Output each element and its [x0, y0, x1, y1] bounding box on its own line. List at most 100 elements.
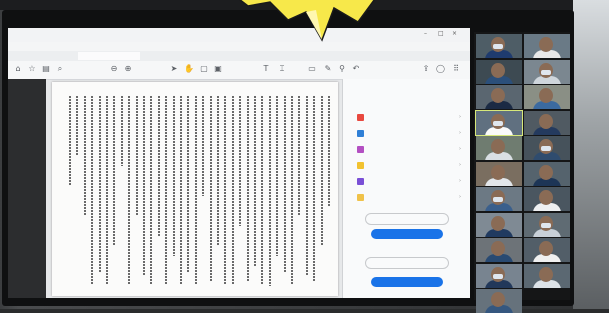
pen-icon[interactable]: ✎: [324, 65, 332, 73]
participant-tile[interactable]: [524, 85, 570, 109]
participant-tile[interactable]: [476, 34, 522, 58]
participant-tile[interactable]: [524, 136, 570, 160]
monitor: – □ × ⌂ ☆ ▤ ⌕ ⊖ ⊕ ➤ ✋ ▢ ▣ T ⌶ ▭ ✎ ⚲ ↶ ⇪ …: [2, 10, 574, 313]
participant-tile[interactable]: [524, 187, 570, 211]
text-column: [128, 96, 131, 284]
edit-pdf-icon: [357, 114, 364, 121]
document-page[interactable]: [52, 82, 338, 296]
home-icon[interactable]: ⌂: [14, 65, 22, 73]
close-icon[interactable]: ×: [452, 30, 457, 37]
starburst-graphic: [239, 0, 376, 42]
participant-face: [539, 190, 553, 205]
participant-tile[interactable]: [476, 161, 522, 186]
participant-face: [491, 215, 505, 231]
tools-pane: › › › › › ›: [342, 79, 470, 298]
participant-tile[interactable]: [524, 34, 570, 58]
text-column: [305, 96, 308, 276]
text-column: [254, 96, 256, 266]
participant-face: [539, 88, 553, 103]
text-column: [261, 96, 264, 284]
sign-in-icon[interactable]: ◯: [436, 65, 445, 73]
tab-bar: [8, 51, 470, 61]
text-column: [69, 96, 71, 186]
search-icon[interactable]: ⌕: [56, 65, 64, 73]
chevron-right-icon: ›: [459, 130, 461, 136]
face-mask: [493, 44, 503, 49]
tool-item[interactable]: ›: [357, 129, 461, 139]
text-column: [76, 96, 79, 156]
tab-document[interactable]: [78, 52, 140, 60]
minimize-icon[interactable]: –: [424, 30, 427, 37]
face-mask: [493, 197, 503, 202]
tool-item[interactable]: ›: [357, 177, 461, 187]
text-column: [224, 96, 227, 284]
participant-tile[interactable]: [524, 161, 570, 186]
participant-tile[interactable]: [475, 109, 523, 136]
participant-face: [491, 164, 505, 180]
participant-tile[interactable]: [476, 212, 522, 237]
print-icon[interactable]: ▤: [42, 65, 50, 73]
undo-icon[interactable]: ↶: [352, 65, 360, 73]
face-mask: [541, 222, 551, 228]
tools-primary-button[interactable]: [371, 229, 443, 239]
export-icon: [357, 130, 364, 137]
fit-page-icon[interactable]: ▣: [214, 65, 222, 73]
stamp-icon[interactable]: ⌶: [278, 65, 286, 73]
text-column: [276, 96, 279, 256]
participant-tile[interactable]: [476, 238, 522, 262]
share-icon[interactable]: ⇪: [422, 65, 430, 73]
chevron-right-icon: ›: [459, 146, 461, 152]
participant-tile[interactable]: [524, 59, 570, 84]
participant-tile[interactable]: [524, 263, 570, 288]
participant-tile[interactable]: [476, 187, 522, 211]
tool-item[interactable]: ›: [357, 161, 461, 171]
link-icon[interactable]: ⚲: [338, 65, 346, 73]
participant-face: [491, 88, 505, 103]
hand-icon[interactable]: ✋: [184, 65, 194, 73]
bookmark-icon[interactable]: ☆: [28, 65, 36, 73]
text-column: [135, 96, 138, 216]
tool-item[interactable]: ›: [357, 193, 461, 203]
participant-tile[interactable]: [476, 263, 522, 288]
toolbar: ⌂ ☆ ▤ ⌕ ⊖ ⊕ ➤ ✋ ▢ ▣ T ⌶ ▭ ✎ ⚲ ↶ ⇪ ◯ ⠿: [8, 61, 470, 80]
text-column: [283, 96, 286, 272]
participant-tile[interactable]: [476, 85, 522, 109]
participant-tile[interactable]: [476, 59, 522, 84]
tools-upgrade-button[interactable]: [371, 277, 443, 287]
text-column: [291, 96, 293, 284]
text-column: [143, 96, 145, 276]
tool-item[interactable]: ›: [357, 145, 461, 155]
participant-tile[interactable]: [476, 136, 522, 160]
participant-tile[interactable]: [524, 212, 570, 237]
starburst-shape: [239, 0, 376, 42]
chevron-right-icon: ›: [459, 178, 461, 184]
comment-icon[interactable]: ▭: [308, 65, 316, 73]
participant-face: [539, 266, 553, 282]
participant-tile[interactable]: [476, 289, 522, 313]
maximize-icon[interactable]: □: [438, 30, 444, 37]
text-column: [298, 96, 301, 216]
participant-tile[interactable]: [524, 110, 570, 135]
apps-icon[interactable]: ⠿: [452, 65, 460, 73]
select-icon[interactable]: ▢: [200, 65, 208, 73]
cursor-icon[interactable]: ➤: [170, 65, 178, 73]
fill-sign-icon: [357, 178, 364, 185]
participant-face: [539, 37, 553, 52]
participant-tile[interactable]: [524, 238, 570, 262]
zoom-out-icon[interactable]: ⊖: [110, 65, 118, 73]
text-column: [83, 96, 86, 216]
comment-icon: [357, 162, 364, 169]
zoom-in-icon[interactable]: ⊕: [124, 65, 132, 73]
participant-face: [539, 241, 553, 256]
tools-outline-button[interactable]: [365, 213, 449, 225]
tool-item[interactable]: ›: [357, 113, 461, 123]
text-icon[interactable]: T: [262, 65, 270, 73]
text-column: [313, 96, 316, 282]
left-sidebar: [8, 79, 46, 298]
text-column: [106, 96, 108, 284]
participant-face: [539, 113, 553, 129]
text-column: [187, 96, 190, 272]
text-column: [157, 96, 160, 236]
chevron-right-icon: ›: [459, 114, 461, 120]
tools-secondary-button[interactable]: [365, 257, 449, 269]
